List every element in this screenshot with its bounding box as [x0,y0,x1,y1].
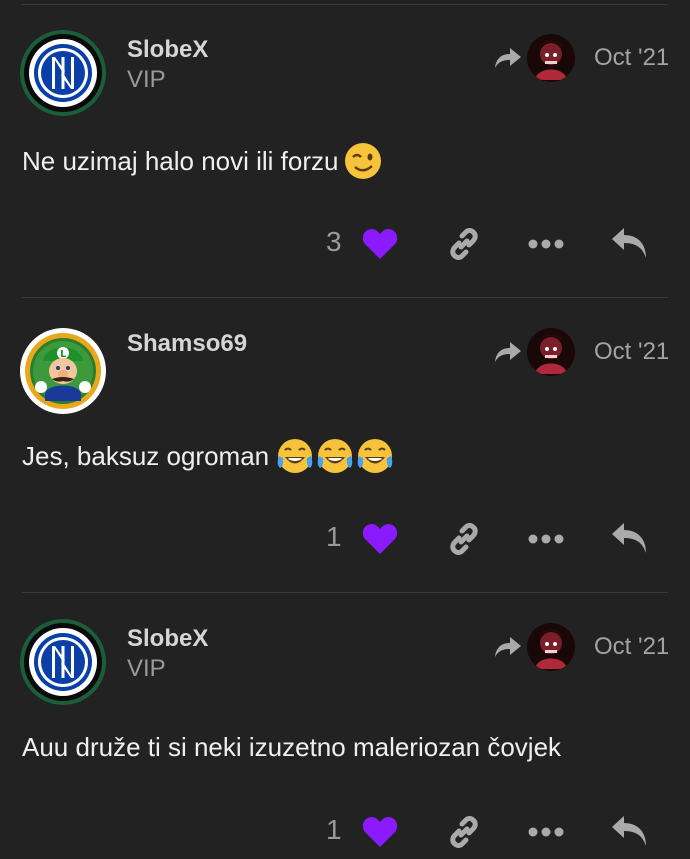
username[interactable]: SlobeX [127,36,208,64]
user-title: VIP [127,655,166,682]
link-icon[interactable] [446,521,482,557]
heart-icon[interactable] [362,228,398,260]
reply-icon[interactable] [610,226,648,260]
share-arrow-icon[interactable] [494,46,522,70]
post-body: Jes, baksuz ogroman [22,436,395,476]
reply-user-avatar-icon [527,34,575,82]
reply-to-avatar[interactable] [527,623,575,671]
post-text: Auu druže ti si neki izuzetno maleriozan… [22,732,562,762]
reply-icon[interactable] [610,521,648,555]
avatar[interactable] [19,29,107,117]
heart-icon[interactable] [362,523,398,555]
more-options-icon[interactable] [528,533,564,545]
heart-icon[interactable] [362,816,398,848]
reply-to-avatar[interactable] [527,328,575,376]
username[interactable]: SlobeX [127,625,208,653]
reply-icon[interactable] [610,814,648,848]
emoji-group [275,436,395,476]
post-divider [22,297,668,298]
like-count[interactable]: 3 [326,226,342,258]
top-divider [22,4,668,5]
tears-of-joy-emoji-icon [357,439,393,473]
post-body: Auu druže ti si neki izuzetno maleriozan… [22,732,561,763]
reply-user-avatar-icon [527,328,575,376]
post-actions: 3 [0,224,690,264]
inter-logo-icon [20,30,106,116]
share-arrow-icon[interactable] [494,340,522,364]
winking-face-emoji-icon [345,143,382,179]
post-date[interactable]: Oct '21 [594,338,669,366]
post-divider [22,592,668,593]
link-icon[interactable] [446,226,482,262]
like-count[interactable]: 1 [326,521,342,553]
more-options-icon[interactable] [528,826,564,838]
tears-of-joy-emoji-icon [317,439,353,473]
more-options-icon[interactable] [528,238,564,250]
like-count[interactable]: 1 [326,814,342,846]
link-icon[interactable] [446,814,482,850]
post-text: Ne uzimaj halo novi ili forzu [22,145,339,176]
post-date[interactable]: Oct '21 [594,633,669,661]
post-text: Jes, baksuz ogroman [22,440,270,471]
username[interactable]: Shamso69 [127,330,247,358]
user-title: VIP [127,66,166,93]
inter-logo-icon [20,619,106,705]
reply-to-avatar[interactable] [527,34,575,82]
luigi-avatar-icon: L [20,328,106,414]
post-actions: 1 [0,519,690,559]
avatar[interactable] [19,618,107,706]
post-actions: 1 [0,812,690,852]
post-date[interactable]: Oct '21 [594,44,669,72]
avatar[interactable]: L [19,327,107,415]
reply-user-avatar-icon [527,623,575,671]
share-arrow-icon[interactable] [494,635,522,659]
post-body: Ne uzimaj halo novi ili forzu [22,142,382,180]
tears-of-joy-emoji-icon [277,439,313,473]
